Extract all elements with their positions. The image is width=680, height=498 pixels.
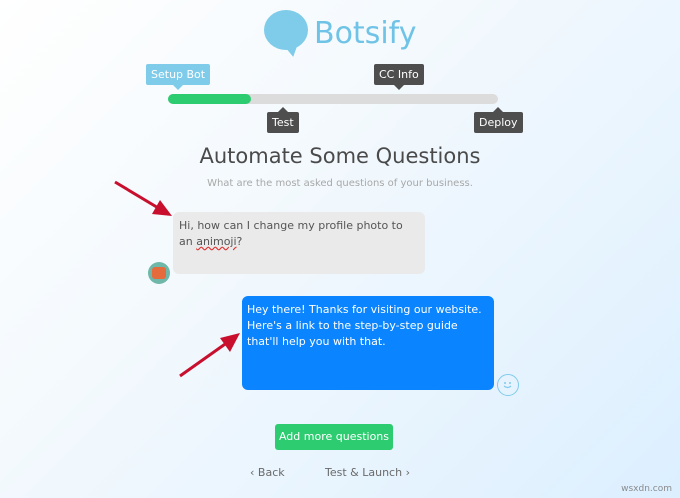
chevron-left-icon: ‹ <box>250 466 255 479</box>
chevron-right-icon: › <box>405 466 410 479</box>
test-launch-label: Test & Launch <box>325 466 403 479</box>
misspelled-word: animoji <box>196 235 237 248</box>
step-label: Test <box>272 116 294 129</box>
user-message-bubble[interactable]: Hi, how can I change my profile photo to… <box>173 212 425 274</box>
tag-pointer <box>493 107 504 112</box>
wizard-progress-track <box>168 94 498 104</box>
step-label: CC Info <box>379 68 419 81</box>
step-label: Setup Bot <box>151 68 206 81</box>
tag-pointer <box>173 85 184 90</box>
bot-avatar-smiley-icon <box>497 374 519 396</box>
logo-text: Botsify <box>314 16 417 51</box>
back-link[interactable]: ‹ Back <box>250 466 285 479</box>
step-cc-info[interactable]: CC Info <box>374 64 424 90</box>
tag-pointer <box>393 85 404 90</box>
botsify-logo: Botsify <box>264 10 417 62</box>
page-subtitle: What are the most asked questions of you… <box>207 178 473 189</box>
smiley-icon <box>503 382 512 389</box>
add-more-questions-button[interactable]: Add more questions <box>275 424 393 450</box>
annotation-arrow-2 <box>179 333 240 378</box>
step-label: Deploy <box>479 116 518 129</box>
step-test[interactable]: Test <box>267 107 299 133</box>
tag-pointer <box>277 107 288 112</box>
user-message-punct: ? <box>236 235 243 248</box>
step-deploy[interactable]: Deploy <box>474 107 523 133</box>
wizard-progress-fill <box>168 94 251 104</box>
logo-tail <box>282 41 302 59</box>
step-setup-bot[interactable]: Setup Bot <box>146 64 211 90</box>
page-title: Automate Some Questions <box>199 144 481 168</box>
user-avatar <box>148 262 170 284</box>
bot-message-text: Hey there! Thanks for visiting our websi… <box>247 303 482 348</box>
watermark: wsxdn.com <box>621 484 672 494</box>
user-avatar-image <box>152 267 166 279</box>
test-launch-link[interactable]: Test & Launch › <box>325 466 410 479</box>
bot-message-bubble[interactable]: Hey there! Thanks for visiting our websi… <box>242 296 494 390</box>
back-label: Back <box>257 466 285 479</box>
